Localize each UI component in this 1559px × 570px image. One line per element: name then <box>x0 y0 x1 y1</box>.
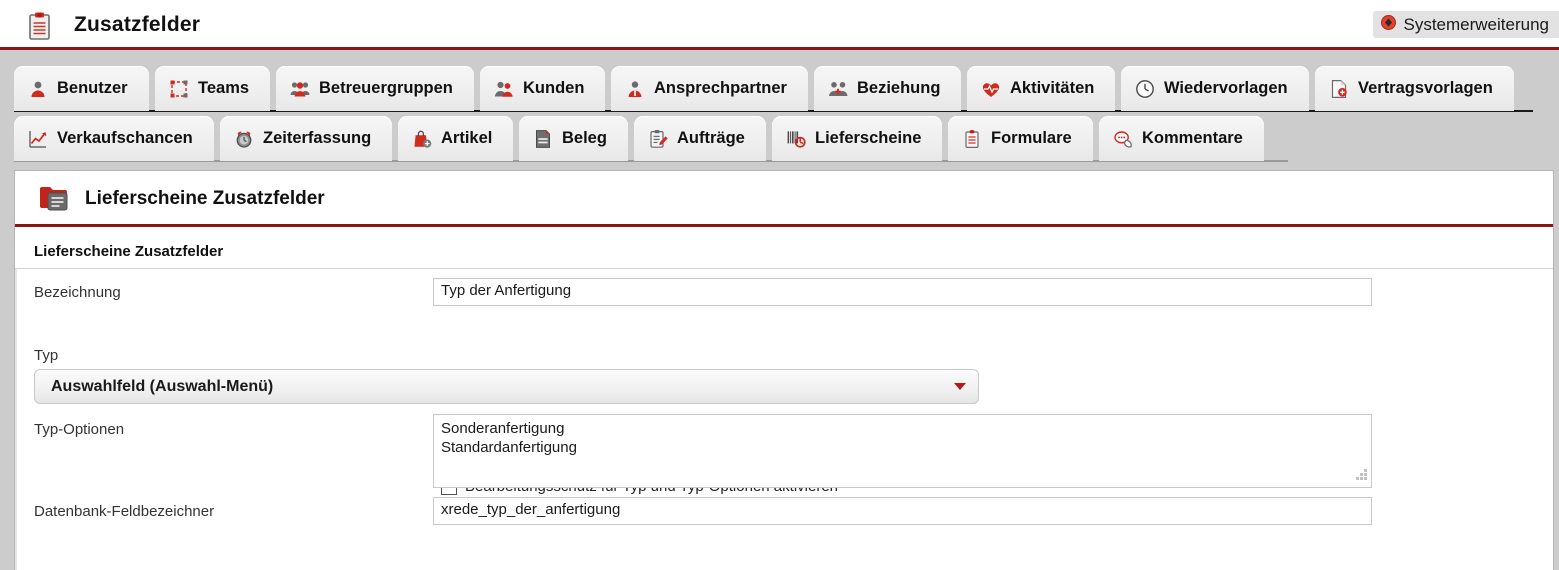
tab-label: Artikel <box>441 129 493 147</box>
typ-select[interactable]: Auswahlfeld (Auswahl-Menü) <box>34 369 979 404</box>
tab-teams[interactable]: Teams <box>155 66 270 111</box>
tab-auftr-ge[interactable]: Aufträge <box>634 116 766 161</box>
tab-label: Teams <box>198 79 250 97</box>
relationship-icon <box>828 79 848 99</box>
tab-beleg[interactable]: Beleg <box>519 116 628 161</box>
user-group-icon <box>290 79 310 99</box>
tab-aktivit-ten[interactable]: Aktivitäten <box>967 66 1115 111</box>
form-clipboard-icon <box>962 129 982 149</box>
tab-kommentare[interactable]: Kommentare <box>1099 116 1264 161</box>
tab-label: Aufträge <box>677 129 745 147</box>
tab-betreuergruppen[interactable]: Betreuergruppen <box>276 66 474 111</box>
document-icon <box>533 129 553 149</box>
tab-label: Vertragsvorlagen <box>1358 79 1493 97</box>
tab-label: Lieferscheine <box>815 129 922 147</box>
tab-beziehung[interactable]: Beziehung <box>814 66 961 111</box>
tab-label: Ansprechpartner <box>654 79 787 97</box>
section-divider <box>15 268 1553 269</box>
tab-row-secondary: Verkaufschancen Zeiterfassung Artikel Beleg… <box>0 116 1559 162</box>
alarm-clock-icon <box>234 129 254 149</box>
tab-verkaufschancen[interactable]: Verkaufschancen <box>14 116 214 161</box>
tab-label: Benutzer <box>57 79 128 97</box>
app-titlebar: Zusatzfelder Systemerweiterung <box>0 0 1559 50</box>
teams-frame-icon <box>169 79 189 99</box>
tab-benutzer[interactable]: Benutzer <box>14 66 149 111</box>
tab-label: Beleg <box>562 129 607 147</box>
tab-zeiterfassung[interactable]: Zeiterfassung <box>220 116 392 161</box>
tab-label: Aktivitäten <box>1010 79 1095 97</box>
chart-line-icon <box>28 129 48 149</box>
system-extension-icon <box>1381 14 1397 35</box>
tab-strip: Benutzer Teams Betreuergruppen Kunden Anspre… <box>0 50 1559 164</box>
comment-bubble-icon <box>1113 129 1133 149</box>
label-typ: Typ <box>34 347 59 364</box>
typ-optionen-textarea[interactable]: Sonderanfertigung Standardanfertigung <box>433 414 1372 488</box>
tab-row-primary: Benutzer Teams Betreuergruppen Kunden Anspre… <box>0 66 1559 112</box>
label-bezeichnung: Bezeichnung <box>34 284 121 301</box>
tab-label: Beziehung <box>857 79 941 97</box>
label-typ-optionen: Typ-Optionen <box>34 421 125 438</box>
tab-label: Kunden <box>523 79 585 97</box>
chevron-down-icon <box>954 383 966 390</box>
page-title: Zusatzfelder <box>74 13 201 36</box>
tab-ansprechpartner[interactable]: Ansprechpartner <box>611 66 808 111</box>
contact-person-icon <box>625 79 645 99</box>
customers-icon <box>494 79 514 99</box>
bezeichnung-input[interactable]: Typ der Anfertigung <box>433 278 1372 306</box>
feldbezeichner-input[interactable]: xrede_typ_der_anfertigung <box>433 497 1372 525</box>
section-title: Lieferscheine Zusatzfelder <box>34 243 224 260</box>
tab-artikel[interactable]: Artikel <box>398 116 513 161</box>
panel-title: Lieferscheine Zusatzfelder <box>85 188 325 209</box>
order-clipboard-icon <box>648 129 668 149</box>
tab-label: Betreuergruppen <box>319 79 453 97</box>
tab-wiedervorlagen[interactable]: Wiedervorlagen <box>1121 66 1309 111</box>
system-extension-label: Systemerweiterung <box>1403 14 1549 34</box>
tab-kunden[interactable]: Kunden <box>480 66 605 111</box>
heart-pulse-icon <box>981 79 1001 99</box>
system-extension-badge[interactable]: Systemerweiterung <box>1373 11 1559 38</box>
tab-label: Kommentare <box>1142 129 1243 147</box>
tab-label: Formulare <box>991 129 1072 147</box>
panel-header: Lieferscheine Zusatzfelder <box>15 171 1553 227</box>
user-icon <box>28 79 48 99</box>
tab-label: Verkaufschancen <box>57 129 193 147</box>
tab-lieferscheine[interactable]: Lieferscheine <box>772 116 942 161</box>
label-feldbezeichner: Datenbank-Feldbezeichner <box>34 503 215 520</box>
red-folder-document-icon <box>39 185 69 212</box>
typ-select-value: Auswahlfeld (Auswahl-Menü) <box>51 377 274 395</box>
tab-vertragsvorlagen[interactable]: Vertragsvorlagen <box>1315 66 1514 111</box>
content-panel: Lieferscheine Zusatzfelder Lieferscheine… <box>14 170 1554 570</box>
tab-label: Wiedervorlagen <box>1164 79 1288 97</box>
tab-formulare[interactable]: Formulare <box>948 116 1093 161</box>
article-bag-icon <box>412 129 432 149</box>
clock-icon <box>1135 79 1155 99</box>
barcode-scan-icon <box>786 129 806 149</box>
contract-template-icon <box>1329 79 1349 99</box>
clipboard-icon <box>26 11 54 41</box>
textarea-resize-grip[interactable] <box>1356 469 1368 481</box>
tab-label: Zeiterfassung <box>263 129 372 147</box>
